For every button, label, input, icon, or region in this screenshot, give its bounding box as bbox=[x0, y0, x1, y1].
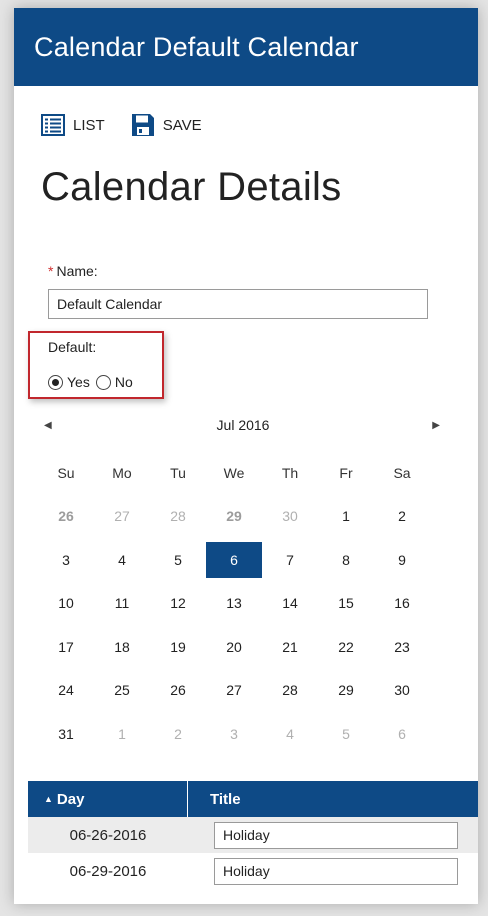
calendar-day[interactable]: 2 bbox=[150, 716, 206, 752]
yes-label: Yes bbox=[67, 374, 90, 390]
name-label-text: Name: bbox=[56, 263, 98, 279]
save-button[interactable]: SAVE bbox=[131, 113, 202, 137]
calendar-day[interactable]: 13 bbox=[206, 585, 262, 621]
row-title-input[interactable] bbox=[214, 857, 458, 885]
table-row: 06-29-2016 bbox=[28, 853, 478, 889]
toolbar: LIST SAVE bbox=[41, 113, 228, 137]
weekday-header-row: Su Mo Tu We Th Fr Sa bbox=[38, 451, 430, 495]
calendar-day[interactable]: 2 bbox=[374, 498, 430, 534]
weekday-label: We bbox=[223, 464, 245, 481]
calendar-grid: Su Mo Tu We Th Fr Sa 26 27 28 29 30 1 2 … bbox=[38, 451, 430, 756]
calendar-day[interactable]: 29 bbox=[206, 498, 262, 534]
row-title-cell bbox=[188, 857, 478, 885]
default-no-radio[interactable]: No bbox=[95, 374, 133, 390]
list-button[interactable]: LIST bbox=[41, 114, 105, 136]
calendar-day[interactable]: 16 bbox=[374, 585, 430, 621]
calendar-week-row: 17 18 19 20 21 22 23 bbox=[38, 625, 430, 669]
calendar-week-row: 10 11 12 13 14 15 16 bbox=[38, 582, 430, 626]
calendar-details-panel: Calendar Default Calendar LIST SAVE Cale… bbox=[14, 8, 478, 904]
calendar-day[interactable]: 29 bbox=[318, 672, 374, 708]
calendar-day[interactable]: 3 bbox=[38, 542, 94, 578]
weekday-label: Su bbox=[57, 464, 75, 481]
calendar-day[interactable]: 26 bbox=[38, 498, 94, 534]
calendar-day[interactable]: 9 bbox=[374, 542, 430, 578]
list-icon bbox=[41, 114, 65, 136]
calendar-day[interactable]: 31 bbox=[38, 716, 94, 752]
title-column-header[interactable]: Title bbox=[188, 781, 478, 817]
calendar-day[interactable]: 8 bbox=[318, 542, 374, 578]
row-title-cell bbox=[188, 821, 478, 849]
day-column-header[interactable]: ▲ Day bbox=[28, 781, 188, 817]
calendar-week-row: 24 25 26 27 28 29 30 bbox=[38, 669, 430, 713]
page-title: Calendar Details bbox=[41, 165, 342, 209]
calendar-day[interactable]: 27 bbox=[94, 498, 150, 534]
calendar-day[interactable]: 5 bbox=[150, 542, 206, 578]
row-day: 06-29-2016 bbox=[69, 862, 147, 880]
weekday-label: Sa bbox=[393, 464, 411, 481]
row-day: 06-26-2016 bbox=[69, 826, 147, 844]
next-month-icon[interactable]: ▶ bbox=[418, 420, 448, 431]
calendar-day[interactable]: 26 bbox=[150, 672, 206, 708]
holiday-table: ▲ Day Title 06-26-2016 06-29-2016 bbox=[28, 781, 478, 889]
sort-ascending-icon: ▲ bbox=[44, 794, 53, 804]
default-radio-group: Yes No bbox=[48, 374, 139, 390]
calendar-day[interactable]: 21 bbox=[262, 629, 318, 665]
calendar-day[interactable]: 3 bbox=[206, 716, 262, 752]
row-title-input[interactable] bbox=[214, 821, 458, 849]
calendar-day[interactable]: 30 bbox=[262, 498, 318, 534]
calendar-day[interactable]: 17 bbox=[38, 629, 94, 665]
calendar-day-selected[interactable]: 6 bbox=[206, 541, 262, 578]
calendar-week-row: 26 27 28 29 30 1 2 bbox=[38, 495, 430, 539]
calendar-day[interactable]: 24 bbox=[38, 672, 94, 708]
calendar-week-row: 31 1 2 3 4 5 6 bbox=[38, 712, 430, 756]
calendar-day[interactable]: 15 bbox=[318, 585, 374, 621]
calendar-day[interactable]: 5 bbox=[318, 716, 374, 752]
name-label: * Name: bbox=[48, 263, 98, 279]
default-label: Default: bbox=[48, 339, 97, 355]
calendar-day[interactable]: 28 bbox=[150, 498, 206, 534]
calendar-day[interactable]: 10 bbox=[38, 585, 94, 621]
weekday-label: Fr bbox=[339, 464, 353, 481]
calendar-day[interactable]: 4 bbox=[94, 542, 150, 578]
calendar-week-row: 3 4 5 6 7 8 9 bbox=[38, 538, 430, 582]
calendar-day[interactable]: 11 bbox=[94, 585, 150, 621]
calendar-day[interactable]: 19 bbox=[150, 629, 206, 665]
required-marker: * bbox=[48, 263, 54, 279]
calendar-day[interactable]: 27 bbox=[206, 672, 262, 708]
calendar-nav: ◀ Jul 2016 ▶ bbox=[38, 415, 448, 435]
calendar-day[interactable]: 7 bbox=[262, 542, 318, 578]
list-label: LIST bbox=[73, 116, 105, 134]
no-label: No bbox=[114, 374, 133, 390]
calendar-day[interactable]: 14 bbox=[262, 585, 318, 621]
day-header-label: Day bbox=[56, 790, 85, 808]
table-header-row: ▲ Day Title bbox=[28, 781, 478, 817]
prev-month-icon[interactable]: ◀ bbox=[38, 420, 68, 431]
radio-dot-yes bbox=[48, 374, 63, 390]
calendar-month-label[interactable]: Jul 2016 bbox=[217, 417, 270, 433]
calendar-day[interactable]: 1 bbox=[94, 716, 150, 752]
weekday-label: Tu bbox=[170, 464, 186, 481]
calendar-day[interactable]: 18 bbox=[94, 629, 150, 665]
calendar-day[interactable]: 12 bbox=[150, 585, 206, 621]
calendar-widget: ◀ Jul 2016 ▶ Su Mo Tu We Th Fr Sa 26 27 … bbox=[38, 415, 448, 756]
calendar-day[interactable]: 4 bbox=[262, 716, 318, 752]
radio-dot-no bbox=[95, 374, 111, 390]
default-yes-radio[interactable]: Yes bbox=[48, 374, 90, 390]
calendar-day[interactable]: 6 bbox=[374, 716, 430, 752]
weekday-label: Mo bbox=[112, 464, 132, 481]
calendar-day[interactable]: 20 bbox=[206, 629, 262, 665]
calendar-day[interactable]: 22 bbox=[318, 629, 374, 665]
calendar-day[interactable]: 30 bbox=[374, 672, 430, 708]
calendar-day[interactable]: 1 bbox=[318, 498, 374, 534]
calendar-day[interactable]: 23 bbox=[374, 629, 430, 665]
calendar-day[interactable]: 25 bbox=[94, 672, 150, 708]
save-icon bbox=[131, 114, 154, 136]
title-header-label: Title bbox=[210, 790, 241, 808]
save-label: SAVE bbox=[162, 116, 202, 134]
weekday-label: Th bbox=[281, 464, 299, 481]
calendar-day[interactable]: 28 bbox=[262, 672, 318, 708]
page-header: Calendar Default Calendar bbox=[14, 8, 478, 86]
name-field[interactable] bbox=[48, 289, 428, 319]
table-row: 06-26-2016 bbox=[28, 817, 478, 853]
